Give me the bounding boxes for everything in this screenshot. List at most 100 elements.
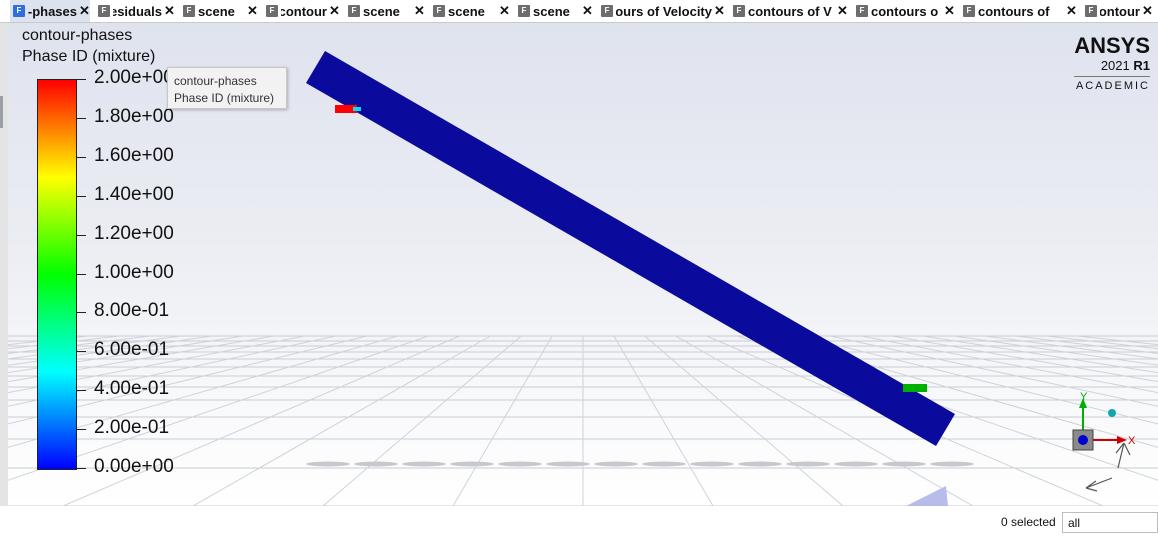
tab-label: scene xyxy=(363,3,400,19)
tab-8[interactable]: Fcontours of V ✕ xyxy=(730,0,848,22)
tab-5[interactable]: Fscene ✕ xyxy=(430,0,510,22)
tooltip-line2: Phase ID (mixture) xyxy=(174,91,275,105)
floor-shadow xyxy=(594,461,638,467)
colorbar-tick-mark xyxy=(76,195,86,197)
floor-grid-line xyxy=(1046,335,1158,350)
floor-shadow xyxy=(882,461,926,467)
tab-11[interactable]: Fcontour✕ xyxy=(1082,0,1153,22)
floor-shadow xyxy=(450,461,494,467)
colorbar-tick-mark xyxy=(76,390,86,392)
tab-0[interactable]: Fcontour-phases✕ xyxy=(10,0,90,22)
colorbar-tick-label: 1.60e+00 xyxy=(94,144,174,166)
fluent-file-icon: F xyxy=(518,5,530,17)
colorbar-tick-label: 1.20e+00 xyxy=(94,222,174,244)
tab-label: scene xyxy=(533,3,570,19)
ground-marker xyxy=(906,486,948,506)
close-icon[interactable]: ✕ xyxy=(1142,3,1153,19)
colorbar-tick-mark xyxy=(76,79,86,80)
floor-shadow xyxy=(306,461,350,467)
tab-label: contours of xyxy=(978,3,1050,19)
floor-grid-line xyxy=(613,335,714,506)
floor-shadow xyxy=(786,461,830,467)
floor-grid-line xyxy=(192,335,491,506)
tab-4[interactable]: Fscene ✕ xyxy=(345,0,425,22)
fluent-file-icon: F xyxy=(1085,5,1097,17)
close-icon[interactable]: ✕ xyxy=(164,3,175,19)
phase-region-green xyxy=(903,384,927,392)
colorbar-tick-label: 1.80e+00 xyxy=(94,105,174,127)
colorbar-tick-label: 8.00e-01 xyxy=(94,300,170,322)
brand-version: 2021 R1 xyxy=(1074,58,1150,73)
colorbar-subtitle: Phase ID (mixture) xyxy=(22,48,156,65)
fluent-file-icon: F xyxy=(13,5,25,17)
fluent-file-icon: F xyxy=(856,5,868,17)
close-icon[interactable]: ✕ xyxy=(414,3,425,19)
fluent-file-icon: F xyxy=(733,5,745,17)
colorbar-tick-mark xyxy=(76,312,86,314)
close-icon[interactable]: ✕ xyxy=(79,3,90,19)
colorbar-tick-mark xyxy=(76,273,86,275)
selection-count: 0 selected xyxy=(1001,515,1056,529)
close-icon[interactable]: ✕ xyxy=(582,3,593,19)
floor-shadow xyxy=(642,461,686,467)
close-icon[interactable]: ✕ xyxy=(944,3,955,19)
colorbar xyxy=(37,79,77,470)
tab-label: contour-phases xyxy=(28,3,77,19)
version-year: 2021 xyxy=(1100,58,1130,73)
colorbar-title: contour-phases xyxy=(22,27,133,44)
graphics-viewport[interactable]: Y X contour-phases Phase ID (mixture) 2.0… xyxy=(8,23,1158,506)
tab-2[interactable]: Fscene ✕ xyxy=(180,0,258,22)
close-icon[interactable]: ✕ xyxy=(499,3,510,19)
tab-label: Scaled Residuals xyxy=(113,3,162,19)
colorbar-tick-mark xyxy=(76,468,86,469)
floor-shadow xyxy=(930,461,974,467)
colorbar-tick-mark xyxy=(76,156,86,158)
tab-6[interactable]: Fscene ✕ xyxy=(515,0,593,22)
floor-shadow xyxy=(498,461,542,467)
tab-9[interactable]: Fcontours o ✕ xyxy=(853,0,955,22)
colorbar-tick-mark xyxy=(76,117,86,119)
tab-1[interactable]: FScaled Residuals✕ xyxy=(95,0,175,22)
fluent-file-icon: F xyxy=(601,5,613,17)
colorbar-tick-label: 0.00e+00 xyxy=(94,456,174,477)
fluent-file-icon: F xyxy=(433,5,445,17)
tab-label: scene xyxy=(198,3,235,19)
x-axis-label: X xyxy=(1128,435,1136,447)
tooltip: contour-phases Phase ID (mixture) xyxy=(167,67,287,109)
phase-region-cyan xyxy=(353,107,361,111)
tab-bar: Fcontour-phases✕FScaled Residuals✕Fscene… xyxy=(0,0,1158,23)
tab-3[interactable]: Fcontour ✕ xyxy=(263,0,340,22)
colorbar-tick-label: 2.00e-01 xyxy=(94,417,170,439)
floor-shadow xyxy=(546,461,590,467)
z-axis-dot xyxy=(1078,435,1088,445)
ansys-logo: ANSYS 2021 R1 ACADEMIC xyxy=(1074,34,1150,92)
close-icon[interactable]: ✕ xyxy=(837,3,848,19)
version-release: R1 xyxy=(1133,58,1150,73)
floor-shadow xyxy=(738,461,782,467)
panel-collapse-handle[interactable] xyxy=(0,96,3,128)
tab-7[interactable]: Fcontours of Velocity✕ xyxy=(598,0,725,22)
close-icon[interactable]: ✕ xyxy=(247,3,258,19)
brand-name: ANSYS xyxy=(1074,33,1150,58)
close-icon[interactable]: ✕ xyxy=(329,3,340,19)
close-icon[interactable]: ✕ xyxy=(1066,3,1077,19)
close-icon[interactable]: ✕ xyxy=(714,3,725,19)
fluent-file-icon: F xyxy=(183,5,195,17)
view-sphere xyxy=(1108,409,1116,417)
colorbar-tick-mark xyxy=(76,429,86,431)
colorbar-tick-label: 1.00e+00 xyxy=(94,261,174,283)
fluent-file-icon: F xyxy=(348,5,360,17)
y-axis-label: Y xyxy=(1080,391,1088,403)
tab-label: contour xyxy=(281,3,327,19)
tab-10[interactable]: Fcontours of ✕ xyxy=(960,0,1077,22)
fluent-file-icon: F xyxy=(98,5,110,17)
floor-grid-line xyxy=(452,335,553,506)
status-bar: 0 selected all xyxy=(0,506,1158,540)
tab-label: contour xyxy=(1100,3,1140,19)
brand-edition: ACADEMIC xyxy=(1074,76,1150,92)
colorbar-tick-label: 6.00e-01 xyxy=(94,339,170,361)
selection-filter-select[interactable]: all xyxy=(1062,512,1158,533)
colorbar-tick-mark xyxy=(76,351,86,353)
tooltip-line1: contour-phases xyxy=(174,74,257,88)
floor-shadow xyxy=(690,461,734,467)
